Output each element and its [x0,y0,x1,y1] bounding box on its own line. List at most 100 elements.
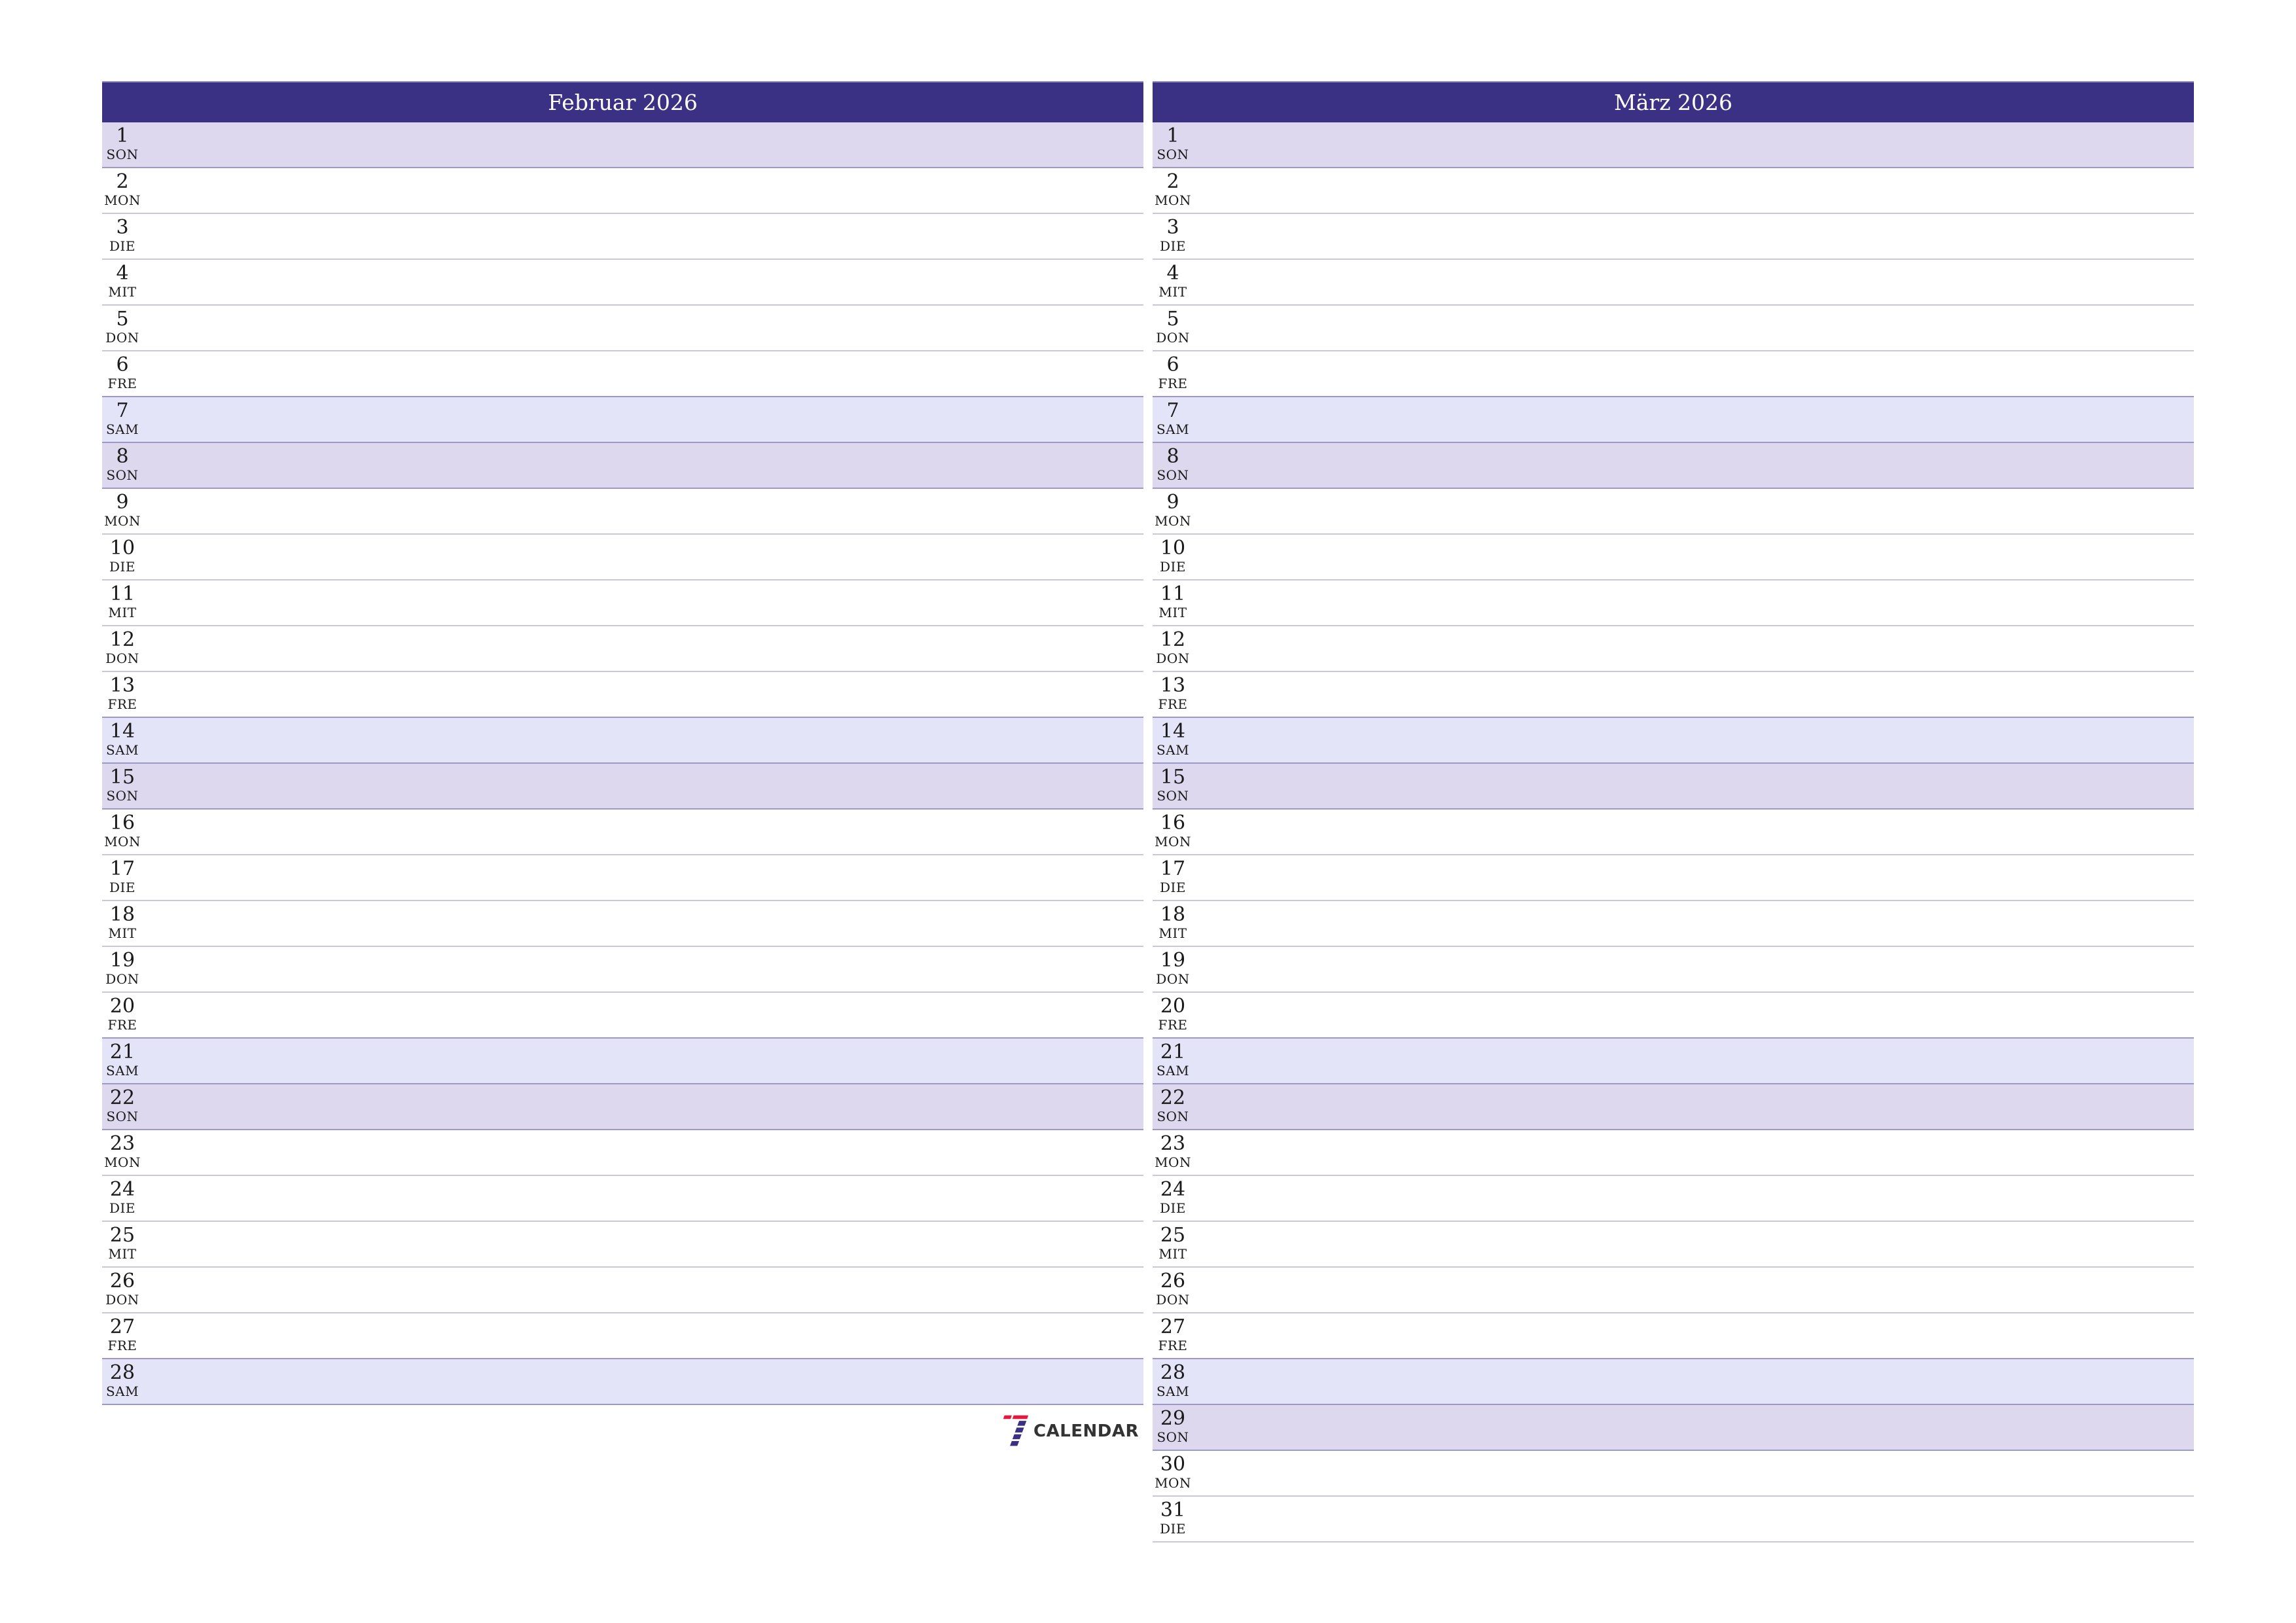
note-area[interactable] [143,1222,1143,1266]
note-area[interactable] [1193,855,2194,900]
note-area[interactable] [1193,214,2194,259]
note-area[interactable] [143,947,1143,991]
weekday-label: DON [1156,1292,1190,1308]
note-area[interactable] [1193,947,2194,991]
date-cell: 28 SAM [102,1359,143,1404]
note-area[interactable] [143,168,1143,213]
note-area[interactable] [143,351,1143,396]
note-area[interactable] [1193,1451,2194,1495]
note-area[interactable] [143,626,1143,671]
note-area[interactable] [1193,1313,2194,1358]
note-area[interactable] [1193,122,2194,167]
note-area[interactable] [1193,168,2194,213]
note-area[interactable] [143,1176,1143,1221]
note-area[interactable] [1193,1222,2194,1266]
day-row-13: 13 FRE [1153,672,2194,718]
note-area[interactable] [1193,1039,2194,1083]
day-number: 4 [116,262,129,285]
day-number: 23 [109,1132,135,1155]
note-area[interactable] [1193,1405,2194,1450]
note-area[interactable] [1193,1359,2194,1404]
day-row-24: 24 DIE [1153,1176,2194,1222]
note-area[interactable] [1193,1268,2194,1312]
date-cell: 23 MON [102,1130,143,1175]
note-area[interactable] [143,1130,1143,1175]
weekday-label: SON [1157,1109,1189,1124]
date-cell: 20 FRE [102,993,143,1037]
note-area[interactable] [1193,626,2194,671]
day-number: 2 [1166,170,1179,193]
note-area[interactable] [143,993,1143,1037]
date-cell: 16 MON [102,810,143,854]
note-area[interactable] [143,260,1143,304]
note-area[interactable] [143,122,1143,167]
day-number: 12 [109,628,135,651]
day-row-8: 8 SON [1153,443,2194,489]
day-row-3: 3 DIE [102,214,1143,260]
note-area[interactable] [143,810,1143,854]
day-number: 10 [1160,537,1186,560]
note-area[interactable] [1193,993,2194,1037]
date-cell: 7 SAM [102,397,143,442]
note-area[interactable] [1193,764,2194,808]
day-row-20: 20 FRE [102,993,1143,1039]
note-area[interactable] [143,672,1143,717]
note-area[interactable] [143,1084,1143,1129]
weekday-label: DIE [1159,559,1187,575]
note-area[interactable] [143,397,1143,442]
note-area[interactable] [143,1039,1143,1083]
note-area[interactable] [143,764,1143,808]
date-cell: 20 FRE [1153,993,1193,1037]
note-area[interactable] [143,901,1143,946]
note-area[interactable] [1193,1130,2194,1175]
day-number: 15 [1160,766,1186,789]
note-area[interactable] [1193,901,2194,946]
date-cell: 5 DON [102,306,143,350]
weekday-label: DON [1156,971,1190,987]
weekday-label: MIT [108,1246,137,1262]
day-row-9: 9 MON [1153,489,2194,535]
brand-logo: CALENDAR [1001,1412,1139,1450]
note-area[interactable] [143,718,1143,762]
note-area[interactable] [143,1268,1143,1312]
weekday-label: SAM [105,742,139,758]
day-row-21: 21 SAM [102,1039,1143,1084]
note-area[interactable] [143,535,1143,579]
note-area[interactable] [1193,1084,2194,1129]
note-area[interactable] [1193,351,2194,396]
weekday-label: DIE [109,880,136,895]
day-row-29: 29 SON [1153,1405,2194,1451]
weekday-label: MON [1155,513,1191,529]
weekday-label: SON [1157,1429,1189,1445]
note-area[interactable] [143,580,1143,625]
weekday-label: SON [106,1109,139,1124]
date-cell: 13 FRE [1153,672,1193,717]
note-area[interactable] [143,855,1143,900]
day-row-20: 20 FRE [1153,993,2194,1039]
day-number: 12 [1160,628,1186,651]
note-area[interactable] [1193,1497,2194,1541]
day-number: 17 [1160,857,1186,880]
note-area[interactable] [1193,535,2194,579]
note-area[interactable] [1193,489,2194,533]
date-cell: 1 SON [102,122,143,167]
day-number: 13 [109,674,135,697]
date-cell: 10 DIE [102,535,143,579]
note-area[interactable] [143,443,1143,488]
note-area[interactable] [1193,1176,2194,1221]
note-area[interactable] [143,214,1143,259]
note-area[interactable] [1193,810,2194,854]
note-area[interactable] [1193,260,2194,304]
note-area[interactable] [1193,718,2194,762]
day-number: 16 [1160,812,1186,834]
note-area[interactable] [1193,306,2194,350]
note-area[interactable] [143,306,1143,350]
note-area[interactable] [1193,443,2194,488]
weekday-label: FRE [107,1338,137,1353]
note-area[interactable] [143,489,1143,533]
note-area[interactable] [1193,672,2194,717]
note-area[interactable] [1193,397,2194,442]
note-area[interactable] [1193,580,2194,625]
note-area[interactable] [143,1313,1143,1358]
note-area[interactable] [143,1359,1143,1404]
